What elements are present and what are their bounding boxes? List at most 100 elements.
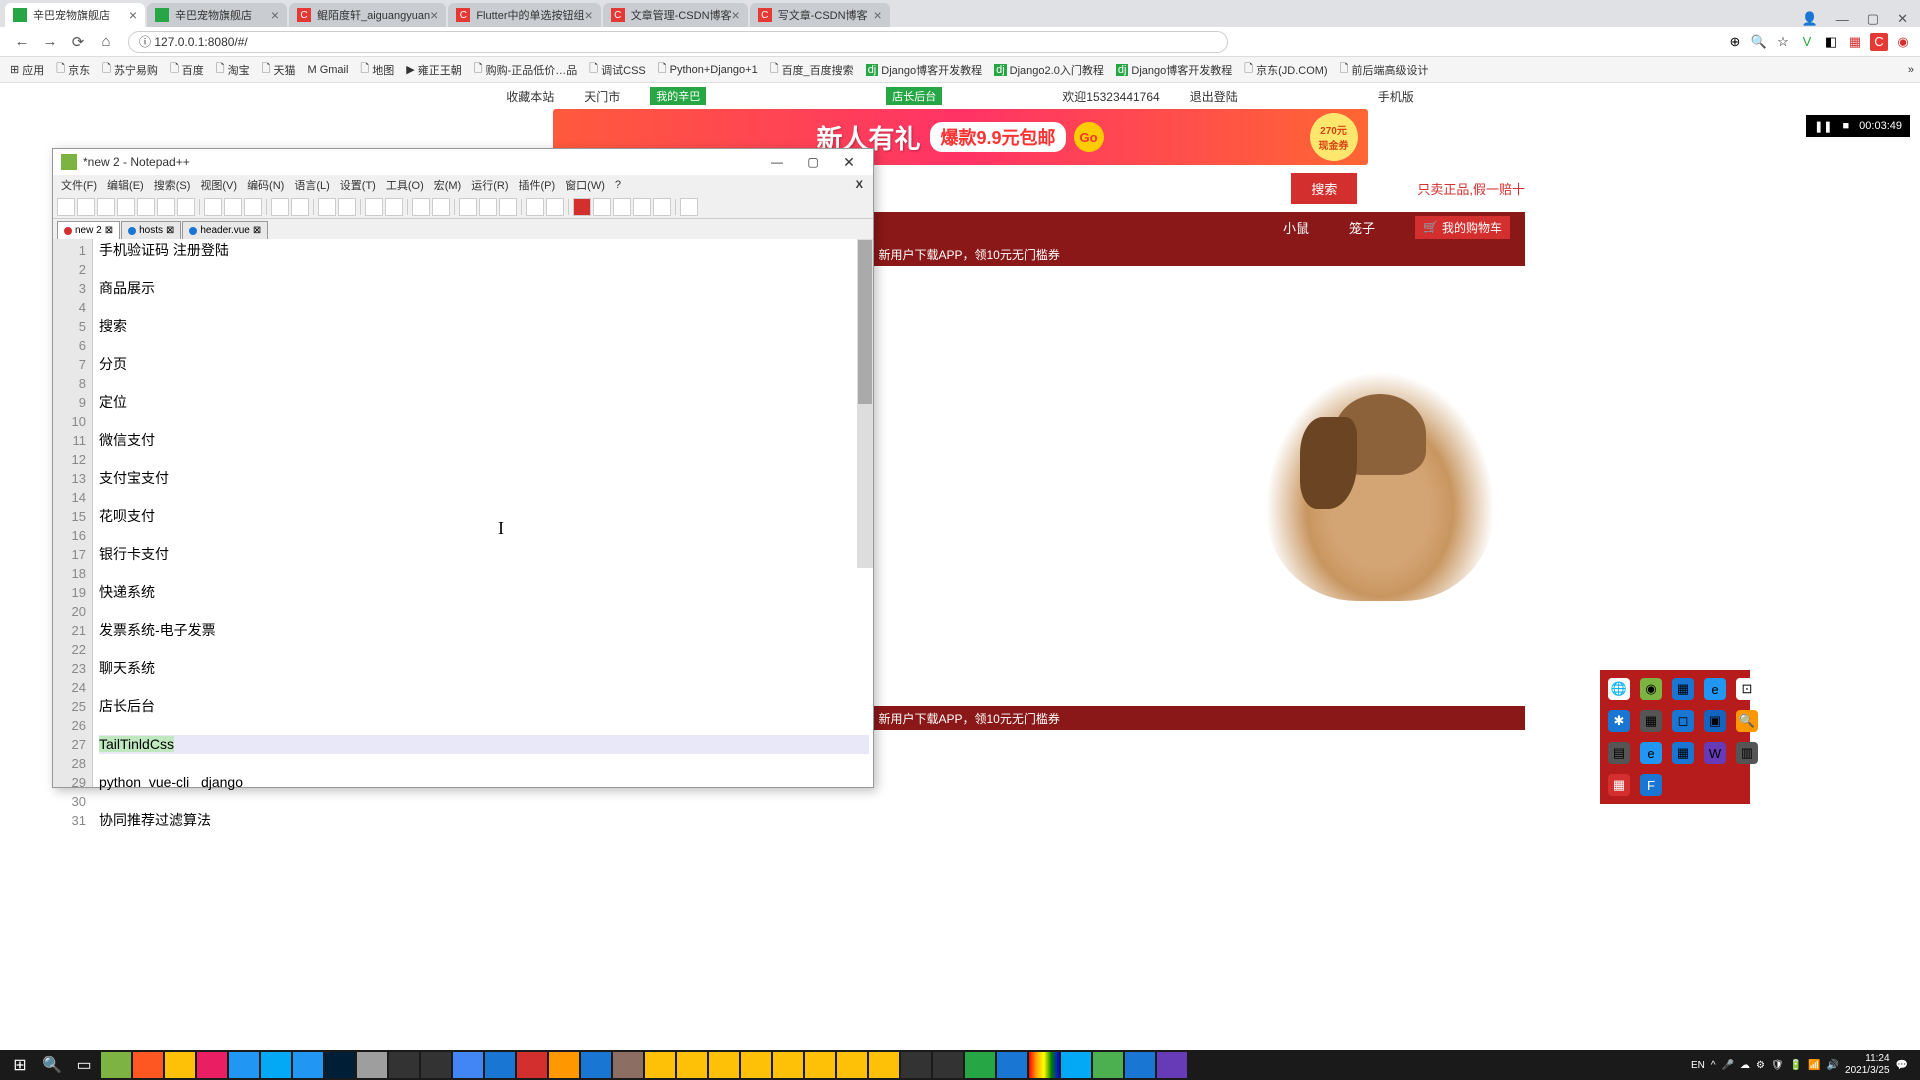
- save-icon[interactable]: [97, 198, 115, 216]
- app-icon[interactable]: W: [1704, 742, 1726, 764]
- task-app[interactable]: [549, 1052, 579, 1078]
- task-app[interactable]: [581, 1052, 611, 1078]
- task-app[interactable]: [933, 1052, 963, 1078]
- tray-icon[interactable]: ⚙: [1756, 1060, 1765, 1071]
- bookmark-item[interactable]: 🗋 Python+Django+1: [654, 58, 762, 81]
- menu-macro[interactable]: 宏(M): [430, 176, 466, 194]
- bookmark-item[interactable]: 🗋 淘宝: [212, 58, 254, 81]
- task-app[interactable]: [965, 1052, 995, 1078]
- city-link[interactable]: 天门市: [584, 88, 620, 105]
- tray-icon[interactable]: 🎤: [1722, 1060, 1734, 1071]
- menu-language[interactable]: 语言(L): [290, 176, 333, 194]
- zoomout-icon[interactable]: [385, 198, 403, 216]
- bookmark-item[interactable]: dj Django博客开发教程: [862, 60, 986, 80]
- close-icon[interactable]: ×: [874, 7, 882, 23]
- app-icon[interactable]: ▥: [1736, 742, 1758, 764]
- bookmark-item[interactable]: 🗋 百度_百度搜索: [766, 58, 858, 81]
- close-icon[interactable]: ×: [129, 7, 137, 23]
- app-icon[interactable]: 🔍: [1736, 710, 1758, 732]
- admin-tag[interactable]: 店长后台: [886, 87, 942, 105]
- closeall-icon[interactable]: [157, 198, 175, 216]
- taskview-icon[interactable]: ▭: [69, 1052, 99, 1078]
- tray-icon[interactable]: 🔋: [1790, 1060, 1802, 1071]
- close-icon[interactable]: ×: [732, 7, 740, 23]
- browser-tab[interactable]: 辛巴宠物旗舰店×: [147, 3, 287, 27]
- menu-help[interactable]: ?: [611, 178, 625, 192]
- task-folder[interactable]: [709, 1052, 739, 1078]
- print-icon[interactable]: [177, 198, 195, 216]
- bookmark-item[interactable]: M Gmail: [304, 62, 353, 78]
- bookmark-item[interactable]: 🗋 前后端高级设计: [1336, 58, 1433, 81]
- task-app[interactable]: [1157, 1052, 1187, 1078]
- task-folder[interactable]: [773, 1052, 803, 1078]
- task-app[interactable]: [101, 1052, 131, 1078]
- star-icon[interactable]: ☆: [1774, 33, 1792, 51]
- url-input[interactable]: ⓘ 127.0.0.1:8080/#/: [128, 31, 1228, 53]
- browser-tab[interactable]: C文章管理-CSDN博客×: [603, 3, 748, 27]
- pause-icon[interactable]: ❚❚: [1814, 120, 1832, 133]
- editor-area[interactable]: 1234567891011121314151617181920212223242…: [53, 239, 873, 787]
- new-icon[interactable]: [57, 198, 75, 216]
- stop-icon[interactable]: ■: [1843, 120, 1850, 132]
- bookmark-item[interactable]: 🗋 天猫: [258, 58, 300, 81]
- task-app[interactable]: [261, 1052, 291, 1078]
- menu-file[interactable]: 文件(F): [57, 176, 101, 194]
- close-icon[interactable]: ×: [271, 7, 279, 23]
- overflow-icon[interactable]: »: [1908, 64, 1914, 76]
- browser-tab[interactable]: C写文章-CSDN博客×: [750, 3, 890, 27]
- task-app[interactable]: [357, 1052, 387, 1078]
- bookmark-item[interactable]: 🗋 地图: [356, 58, 398, 81]
- notification-icon[interactable]: 💬: [1896, 1060, 1908, 1071]
- tool-icon[interactable]: [633, 198, 651, 216]
- task-app[interactable]: [453, 1052, 483, 1078]
- close-icon[interactable]: ×: [585, 7, 593, 23]
- stop-icon[interactable]: [593, 198, 611, 216]
- menu-run[interactable]: 运行(R): [467, 176, 512, 194]
- task-app[interactable]: [1061, 1052, 1091, 1078]
- task-folder[interactable]: [869, 1052, 899, 1078]
- bookmark-item[interactable]: dj Django博客开发教程: [1112, 60, 1236, 80]
- tool-icon[interactable]: [479, 198, 497, 216]
- close-doc-icon[interactable]: X: [852, 178, 869, 192]
- close-icon[interactable]: [137, 198, 155, 216]
- bookmark-item[interactable]: 🗋 京东(JD.COM): [1240, 58, 1331, 81]
- redo-icon[interactable]: [291, 198, 309, 216]
- tray-icon[interactable]: 📶: [1808, 1060, 1820, 1071]
- browser-tab[interactable]: 辛巴宠物旗舰店×: [5, 3, 145, 27]
- task-app[interactable]: [389, 1052, 419, 1078]
- task-folder[interactable]: [741, 1052, 771, 1078]
- mobile-link[interactable]: 手机版: [1378, 88, 1414, 105]
- bookmark-item[interactable]: 🗋 百度: [166, 58, 208, 81]
- task-app[interactable]: [325, 1052, 355, 1078]
- tool-icon[interactable]: [499, 198, 517, 216]
- task-app[interactable]: [1125, 1052, 1155, 1078]
- translate-icon[interactable]: ⊕: [1726, 33, 1744, 51]
- tool-icon[interactable]: [412, 198, 430, 216]
- bookmark-item[interactable]: ▶ 雍正王朝: [402, 60, 465, 80]
- app-icon[interactable]: ▦: [1608, 774, 1630, 796]
- ext-icon[interactable]: V: [1798, 33, 1816, 51]
- reload-icon[interactable]: ⟳: [67, 31, 89, 53]
- app-icon[interactable]: ▦: [1672, 678, 1694, 700]
- zoom-icon[interactable]: 🔍: [1750, 33, 1768, 51]
- app-icon[interactable]: ✱: [1608, 710, 1630, 732]
- app-icon[interactable]: ▣: [1704, 710, 1726, 732]
- app-icon[interactable]: 🌐: [1608, 678, 1630, 700]
- app-icon[interactable]: e: [1704, 678, 1726, 700]
- task-app[interactable]: [901, 1052, 931, 1078]
- npp-doc-tab[interactable]: hosts⊠: [121, 221, 181, 239]
- minimize-icon[interactable]: —: [761, 152, 793, 172]
- saveall-icon[interactable]: [117, 198, 135, 216]
- cut-icon[interactable]: [204, 198, 222, 216]
- bookmark-item[interactable]: 🗋 调试CSS: [585, 58, 649, 81]
- zoomin-icon[interactable]: [365, 198, 383, 216]
- menu-settings[interactable]: 设置(T): [336, 176, 380, 194]
- tray-icon[interactable]: ^: [1711, 1060, 1716, 1071]
- tool-icon[interactable]: [526, 198, 544, 216]
- tool-icon[interactable]: [546, 198, 564, 216]
- clock[interactable]: 11:24 2021/3/25: [1845, 1053, 1890, 1077]
- task-folder[interactable]: [805, 1052, 835, 1078]
- task-app[interactable]: [1029, 1052, 1059, 1078]
- logout-link[interactable]: 退出登陆: [1190, 88, 1238, 105]
- replace-icon[interactable]: [338, 198, 356, 216]
